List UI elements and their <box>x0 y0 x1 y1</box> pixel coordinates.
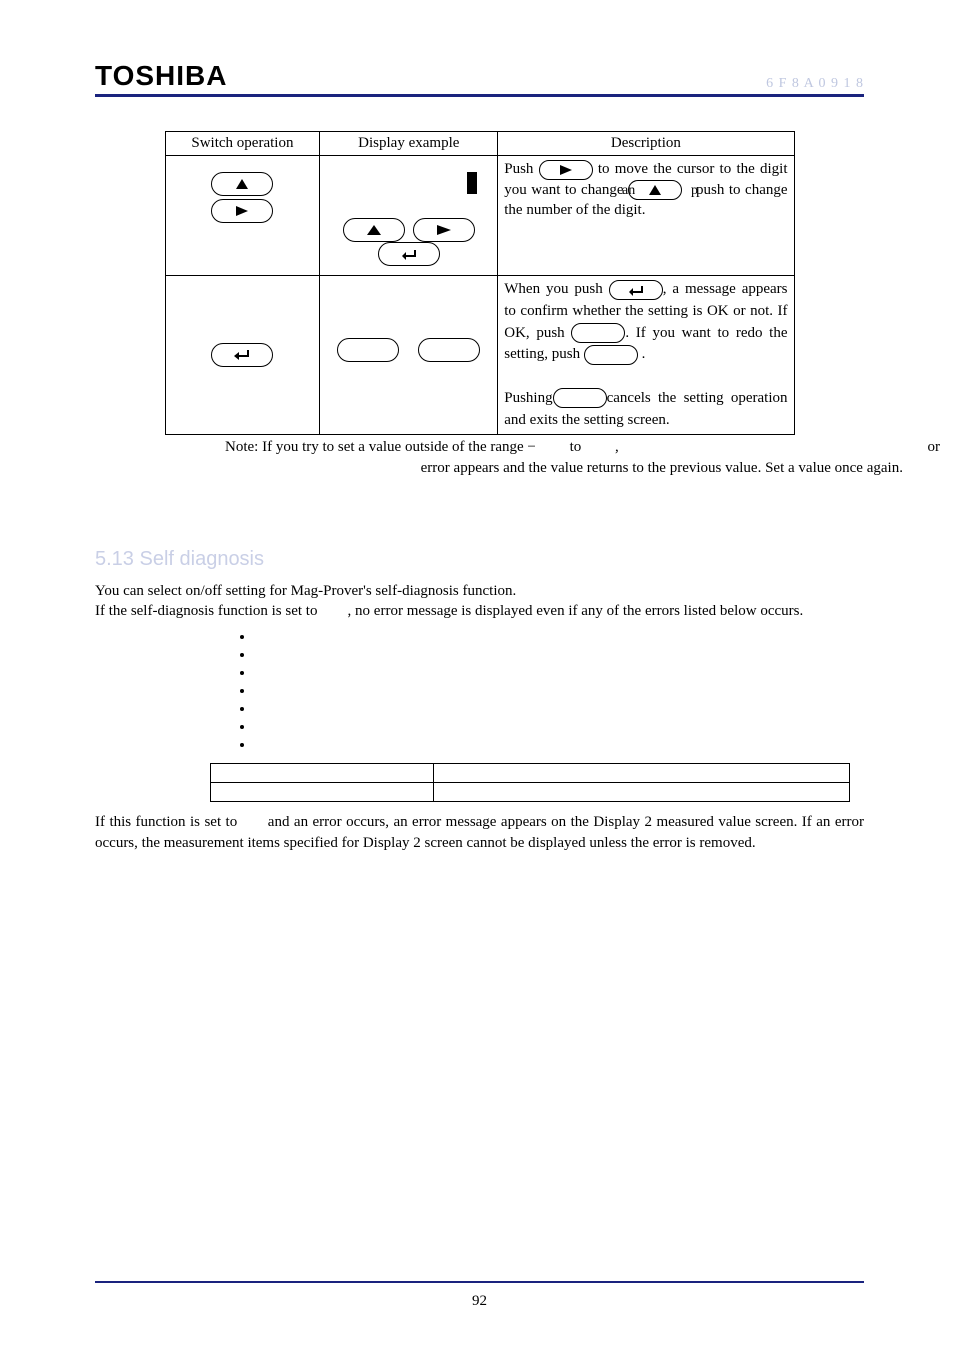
operation-table: Switch operation Display example Descrip… <box>165 131 795 435</box>
table-row: 0 0 . 0 0 0 Push to move the cursor to t… <box>165 156 794 276</box>
list-item: Parameter error <box>255 665 864 683</box>
up-button-icon <box>343 218 405 242</box>
section-heading: 5.13 Self diagnosis <box>95 548 864 571</box>
up-button[interactable] <box>211 172 273 196</box>
note-text: Note: If you try to set a value outside … <box>225 437 940 478</box>
esc-button-icon: ESC <box>584 345 638 365</box>
list-item: Empty pipe detected <box>255 719 864 737</box>
description-text: Push to move the cursor to the digit you… <box>504 159 787 221</box>
list-item: ROM error <box>255 629 864 647</box>
paragraph: If this function is set to ON and an err… <box>95 812 864 853</box>
list-item: Range over <box>255 737 864 755</box>
th-description: Description <box>498 132 794 156</box>
paragraph: You can select on/off setting for Mag-Pr… <box>95 581 864 622</box>
description-text: When you push , a message appears to con… <box>504 279 787 431</box>
set-button-icon: SET <box>337 338 399 362</box>
list-item: RAM error <box>255 647 864 665</box>
display-hint-buttons <box>326 200 491 272</box>
list-item: Excitation current error <box>255 683 864 701</box>
brand-logo: TOSHIBA <box>95 60 228 92</box>
th-display: Display example <box>320 132 498 156</box>
set-button-icon: SET <box>571 323 625 343</box>
th-range: Setting range <box>434 764 850 783</box>
enter-button-icon <box>609 280 663 300</box>
enter-button[interactable] <box>211 343 273 367</box>
settings-table: Default setting Setting range ON ON / OF… <box>210 763 850 802</box>
th-default: Default setting <box>211 764 434 783</box>
right-button[interactable] <box>211 199 273 223</box>
page-number: 92 <box>472 1293 487 1309</box>
right-button-icon <box>413 218 475 242</box>
td-default: ON <box>211 783 434 802</box>
th-switch: Switch operation <box>165 132 320 156</box>
cursor-icon <box>467 172 477 194</box>
display-value: S E T O K ? <box>326 279 491 320</box>
up-button-icon <box>628 180 682 200</box>
right-button-icon <box>539 160 593 180</box>
td-range: ON / OFF <box>434 783 850 802</box>
error-list: ROM error RAM error Parameter error Exci… <box>255 629 864 755</box>
document-code: 6 F 8 A 0 9 1 8 <box>766 76 864 92</box>
list-item: Calculation error <box>255 701 864 719</box>
display-value: 0 0 . 0 0 0 <box>326 159 491 200</box>
esc-button-icon: ESC <box>553 388 607 408</box>
esc-button-icon: ESC <box>418 338 480 362</box>
table-row: S E T O K ? SET ESC When you push , a me… <box>165 276 794 435</box>
enter-button-icon <box>378 242 440 266</box>
